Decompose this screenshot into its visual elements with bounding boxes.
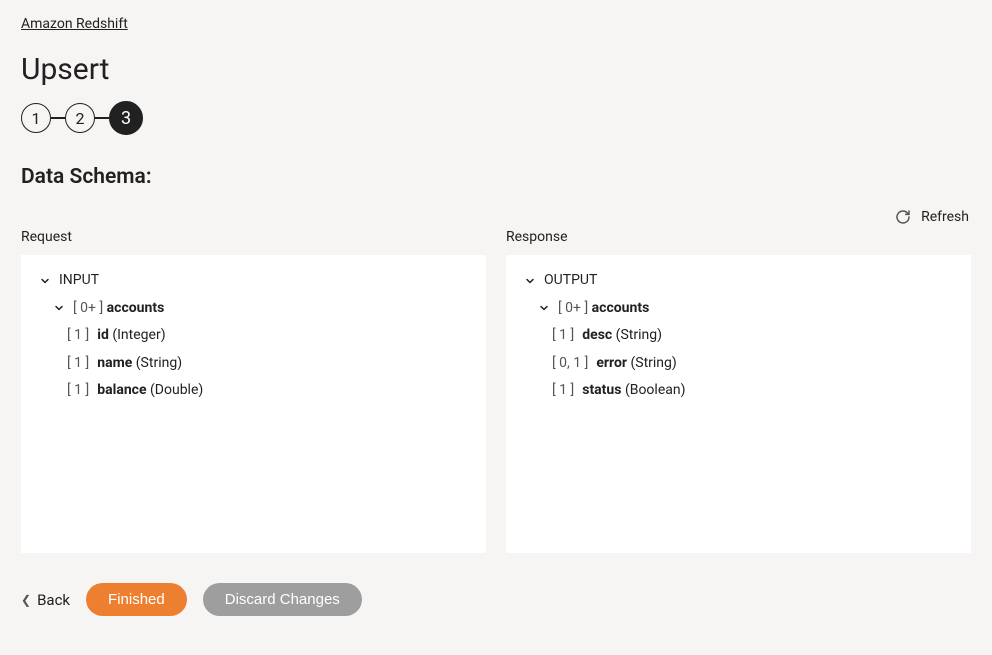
back-label: Back <box>37 591 70 609</box>
breadcrumb: Amazon Redshift <box>21 16 971 32</box>
step-connector <box>95 117 109 119</box>
tree-root-request[interactable]: INPUT <box>39 271 468 291</box>
chevron-down-icon <box>53 302 65 314</box>
tree-field: [ 1 ] name (String) <box>39 354 468 374</box>
chevron-down-icon <box>39 275 51 287</box>
breadcrumb-link[interactable]: Amazon Redshift <box>21 16 128 32</box>
section-title: Data Schema: <box>21 165 971 189</box>
refresh-button[interactable]: Refresh <box>895 209 969 225</box>
tree-field: [ 1 ] id (Integer) <box>39 326 468 346</box>
tree-root-label: INPUT <box>59 271 99 291</box>
response-heading: Response <box>506 229 971 245</box>
back-button[interactable]: ❮ Back <box>21 591 70 609</box>
tree-root-label: OUTPUT <box>544 271 597 291</box>
tree-root-response[interactable]: OUTPUT <box>524 271 953 291</box>
tree-group-label: [ 0+ ] accounts <box>558 299 649 319</box>
refresh-label: Refresh <box>921 209 969 225</box>
footer: ❮ Back Finished Discard Changes <box>21 583 971 616</box>
request-heading: Request <box>21 229 486 245</box>
chevron-down-icon <box>538 302 550 314</box>
chevron-down-icon <box>524 275 536 287</box>
tree-field: [ 1 ] status (Boolean) <box>524 381 953 401</box>
step-3[interactable]: 3 <box>109 101 143 135</box>
chevron-left-icon: ❮ <box>21 593 31 607</box>
tree-field: [ 1 ] desc (String) <box>524 326 953 346</box>
page-title: Upsert <box>21 52 971 87</box>
tree-field: [ 1 ] balance (Double) <box>39 381 468 401</box>
discard-button[interactable]: Discard Changes <box>203 583 362 616</box>
step-indicator: 1 2 3 <box>21 101 971 135</box>
request-panel: INPUT [ 0+ ] accounts [ 1 ] id (Inte <box>21 255 486 553</box>
response-panel: OUTPUT [ 0+ ] accounts [ 1 ] desc (S <box>506 255 971 553</box>
finished-button[interactable]: Finished <box>86 583 187 616</box>
step-2[interactable]: 2 <box>65 103 95 133</box>
tree-group-accounts[interactable]: [ 0+ ] accounts <box>39 299 468 319</box>
step-connector <box>51 117 65 119</box>
refresh-icon <box>895 209 911 225</box>
tree-field: [ 0, 1 ] error (String) <box>524 354 953 374</box>
tree-group-accounts[interactable]: [ 0+ ] accounts <box>524 299 953 319</box>
step-1[interactable]: 1 <box>21 103 51 133</box>
tree-group-label: [ 0+ ] accounts <box>73 299 164 319</box>
